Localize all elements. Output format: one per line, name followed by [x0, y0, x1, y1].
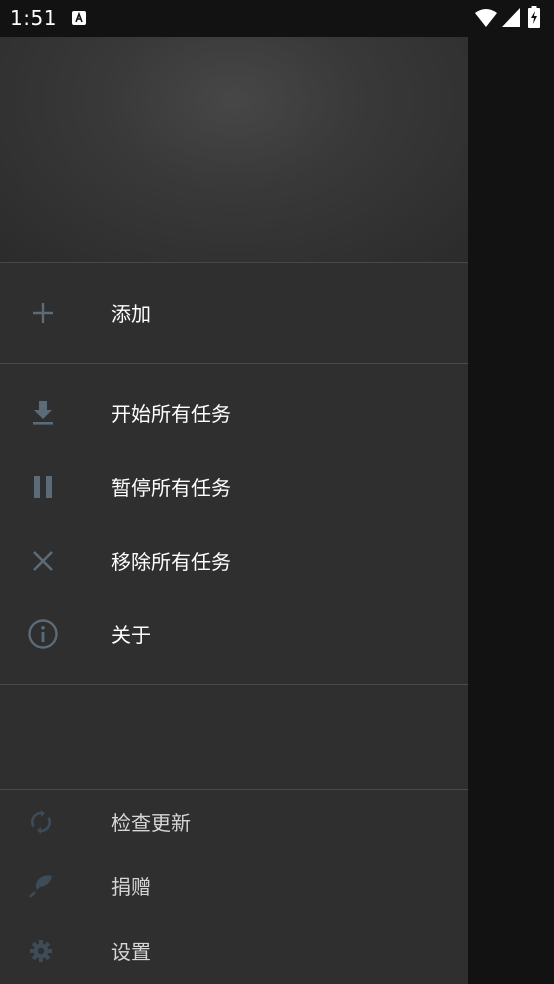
- status-bar: 1:51: [0, 0, 554, 37]
- gear-icon: [30, 940, 52, 962]
- a-icon: [72, 11, 86, 25]
- info-icon: [28, 619, 58, 649]
- menu-item-label: 捐赠: [111, 875, 151, 899]
- menu-item-label: 开始所有任务: [111, 402, 231, 426]
- plus-icon: [33, 303, 53, 323]
- navigation-drawer: 添加 开始所有任务 暂停所有任务 移除所有任务 关于 检查更新 捐赠 设置: [0, 37, 468, 984]
- signal-icon: [502, 8, 520, 27]
- menu-item-label: 设置: [111, 940, 151, 964]
- close-icon: [33, 551, 53, 571]
- menu-item-label: 检查更新: [111, 811, 191, 835]
- divider: [0, 684, 468, 685]
- divider: [0, 363, 468, 364]
- divider: [0, 789, 468, 790]
- menu-item-label: 关于: [111, 623, 151, 647]
- sync-icon: [31, 810, 51, 834]
- wifi-icon: [475, 9, 497, 27]
- donate-icon: [29, 875, 52, 898]
- status-time: 1:51: [10, 6, 57, 30]
- menu-item-remove-all[interactable]: 移除所有任务: [0, 532, 468, 592]
- pause-icon: [34, 476, 52, 498]
- menu-item-add[interactable]: 添加: [0, 284, 468, 344]
- menu-item-donate[interactable]: 捐赠: [0, 857, 468, 917]
- menu-item-settings[interactable]: 设置: [0, 922, 468, 982]
- menu-item-label: 暂停所有任务: [111, 476, 231, 500]
- menu-item-pause-all[interactable]: 暂停所有任务: [0, 458, 468, 518]
- battery-charging-icon: [528, 6, 540, 28]
- menu-item-label: 添加: [111, 302, 151, 326]
- drawer-scrim[interactable]: [468, 37, 554, 984]
- menu-item-check-updates[interactable]: 检查更新: [0, 793, 468, 853]
- menu-item-label: 移除所有任务: [111, 550, 231, 574]
- drawer-header: [0, 37, 468, 263]
- download-icon: [33, 401, 53, 425]
- status-icons: [468, 0, 554, 37]
- menu-item-about[interactable]: 关于: [0, 605, 468, 665]
- menu-item-start-all[interactable]: 开始所有任务: [0, 384, 468, 444]
